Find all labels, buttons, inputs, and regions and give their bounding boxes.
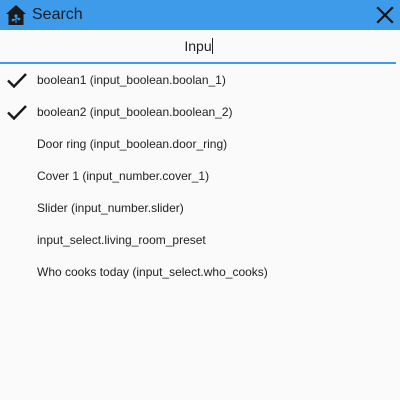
list-item[interactable]: Door ring (input_boolean.door_ring) [0,128,400,160]
list-item-label: Door ring (input_boolean.door_ring) [37,137,228,151]
results-list: boolean1 (input_boolean.boolan_1) boolea… [0,64,400,288]
window-title: Search [32,6,83,23]
close-icon[interactable] [375,5,395,25]
checkmark-icon [7,73,27,89]
home-assistant-icon [6,5,26,25]
list-item[interactable]: Slider (input_number.slider) [0,192,400,224]
list-item[interactable]: Cover 1 (input_number.cover_1) [0,160,400,192]
title-bar: Search [0,0,400,30]
list-item[interactable]: input_select.living_room_preset [0,224,400,256]
search-field[interactable] [0,30,396,64]
list-item[interactable]: boolean1 (input_boolean.boolan_1) [0,64,400,96]
list-item-label: boolean1 (input_boolean.boolan_1) [37,73,226,87]
list-item-label: input_select.living_room_preset [37,233,206,247]
list-item-label: Who cooks today (input_select.who_cooks) [37,265,268,279]
list-item-label: Cover 1 (input_number.cover_1) [37,169,210,183]
list-item-label: boolean2 (input_boolean.boolean_2) [37,105,233,119]
list-item[interactable]: boolean2 (input_boolean.boolean_2) [0,96,400,128]
list-item-label: Slider (input_number.slider) [37,201,184,215]
text-caret [212,38,213,54]
list-item[interactable]: Who cooks today (input_select.who_cooks) [0,256,400,288]
search-input[interactable] [0,30,396,62]
checkmark-icon [7,105,27,121]
